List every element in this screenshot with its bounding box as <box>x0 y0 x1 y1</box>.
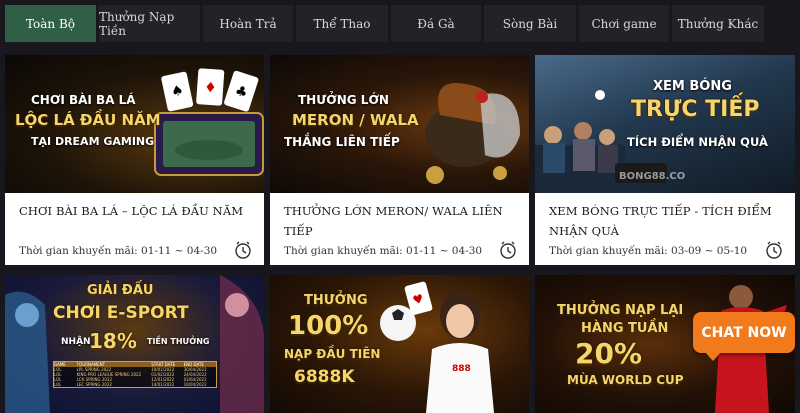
banner-amount: 6888K <box>294 367 355 387</box>
clock-icon <box>766 241 782 259</box>
table-cell: 10/04/2022 <box>183 382 207 387</box>
table-cell: 14/01/2022 <box>151 382 175 387</box>
banner-percent: 100% <box>288 311 369 341</box>
promo-banner[interactable]: ♥ THƯỞNG 100% NẠP ĐẦU TIÊN 6888K 888 <box>270 275 529 413</box>
promo-card[interactable]: XEM BÓNG TRỰC TIẾP TÍCH ĐIỂM NHẬN QUÀ BO… <box>535 55 795 265</box>
banner-line-4: TIỀN THƯỞNG <box>147 337 210 346</box>
banner-line-3: MÙA WORLD CUP <box>567 373 684 387</box>
tab-all[interactable]: Toàn Bộ <box>5 5 96 42</box>
promo-card[interactable]: ♥ THƯỞNG 100% NẠP ĐẦU TIÊN 6888K 888 <box>270 275 529 413</box>
banner-line-3: TẠI DREAM GAMING <box>31 135 155 148</box>
banner-line-1: THƯỞNG LỚN <box>298 93 389 107</box>
tab-games[interactable]: Chơi game <box>579 5 669 42</box>
banner-line-2: MERON / WALA <box>292 111 419 129</box>
banner-line-2: CHƠI E-SPORT <box>53 303 189 323</box>
banner-percent: 18% <box>89 329 137 353</box>
category-tabs: Toàn Bộ Thưởng Nạp Tiền Hoàn Trả Thể Tha… <box>5 5 764 42</box>
tab-deposit-bonus[interactable]: Thưởng Nạp Tiền <box>99 5 200 42</box>
card-title: XEM BÓNG TRỰC TIẾP - TÍCH ĐIỂM NHẬN QUÀ <box>549 204 772 238</box>
tab-cockfight[interactable]: Đá Gà <box>391 5 481 42</box>
banner-line-1: XEM BÓNG <box>653 79 732 94</box>
banner-line-2: TRỰC TIẾP <box>631 97 760 122</box>
banner-line-3: THẮNG LIÊN TIẾP <box>284 135 400 149</box>
promo-period: Thời gian khuyến mãi: 01-11 ~ 04-30 <box>284 245 483 257</box>
promo-banner[interactable]: XEM BÓNG TRỰC TIẾP TÍCH ĐIỂM NHẬN QUÀ BO… <box>535 55 795 193</box>
chat-now-button[interactable]: CHAT NOW <box>693 312 795 361</box>
promo-period: Thời gian khuyến mãi: 01-11 ~ 04-30 <box>19 245 218 257</box>
clock-icon <box>500 241 516 259</box>
svg-text:♦: ♦ <box>204 80 218 97</box>
promo-banner[interactable]: THƯỞNG LỚN MERON / WALA THẮNG LIÊN TIẾP <box>270 55 529 193</box>
banner-line-1: CHƠI BÀI BA LÁ <box>31 93 136 107</box>
banner-line-1: THƯỞNG <box>304 293 368 308</box>
card-title: THƯỞNG LỚN MERON/ WALA LIÊN TIẾP <box>284 204 503 238</box>
promo-banner[interactable]: ♠ ♦ ♣ CHƠI BÀI BA LÁ LỘC LÁ ĐẦU NĂM TẠI … <box>5 55 264 193</box>
tab-rebate[interactable]: Hoàn Trả <box>203 5 293 42</box>
banner-line-2: NẠP ĐẦU TIÊN <box>284 347 381 361</box>
brand-badge: 888 <box>452 364 471 374</box>
banner-line-1: THƯỞNG NẠP LẠI <box>557 303 684 318</box>
promo-period: Thời gian khuyến mãi: 03-09 ~ 05-10 <box>549 245 748 257</box>
table-cell: LEC SPRING 2022 <box>76 382 112 387</box>
banner-line-2: LỘC LÁ ĐẦU NĂM <box>15 111 161 129</box>
banner-line-2: HÀNG TUẦN <box>581 321 669 336</box>
banner-line-1: GIẢI ĐẤU <box>87 283 154 298</box>
card-title: CHƠI BÀI BA LÁ – LỘC LÁ ĐẦU NĂM <box>19 204 244 218</box>
banner-watermark: BONG88.CO <box>619 171 686 182</box>
table-row: LOL LEC SPRING 2022 14/01/2022 10/04/202… <box>54 382 216 387</box>
promo-card[interactable]: THƯỞNG LỚN MERON / WALA THẮNG LIÊN TIẾP … <box>270 55 529 265</box>
tab-sports[interactable]: Thể Thao <box>296 5 388 42</box>
tournament-table: GAME TOURNAMENT START DATE END DATE LOL … <box>53 361 217 388</box>
promo-banner[interactable]: GIẢI ĐẤU CHƠI E-SPORT NHẬN 18% TIỀN THƯỞ… <box>5 275 264 413</box>
tab-other-bonus[interactable]: Thưởng Khác <box>672 5 764 42</box>
clock-icon <box>235 241 251 259</box>
table-cell: LOL <box>54 382 62 387</box>
banner-percent: 20% <box>575 337 643 370</box>
promo-card[interactable]: ♠ ♦ ♣ CHƠI BÀI BA LÁ LỘC LÁ ĐẦU NĂM TẠI … <box>5 55 264 265</box>
tab-casino[interactable]: Sòng Bài <box>484 5 576 42</box>
promo-card[interactable]: GIẢI ĐẤU CHƠI E-SPORT NHẬN 18% TIỀN THƯỞ… <box>5 275 264 413</box>
banner-line-3: NHẬN <box>61 337 91 347</box>
banner-line-3: TÍCH ĐIỂM NHẬN QUÀ <box>627 135 768 149</box>
